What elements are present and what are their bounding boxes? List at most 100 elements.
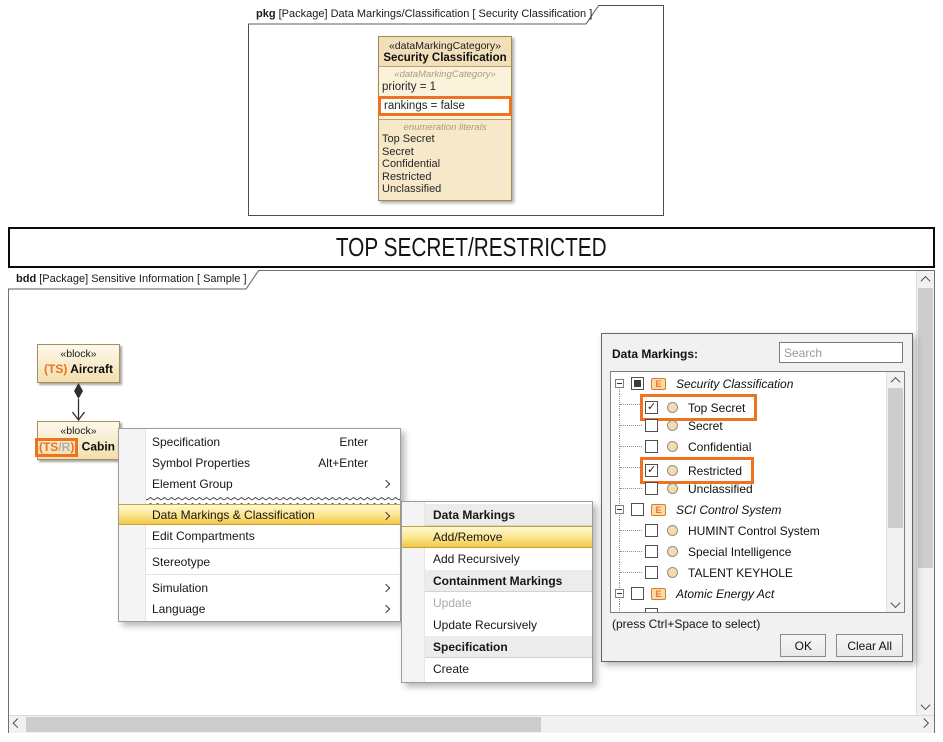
menu-item-specification[interactable]: Specification Enter	[119, 431, 400, 452]
tree-guide-stub	[620, 572, 642, 573]
data-markings-submenu: Data Markings Add/Remove Add Recursively Co…	[401, 501, 593, 683]
checkbox-special-intelligence[interactable]	[645, 545, 658, 558]
bdd-frame-title: [Package] Sensitive Information [ Sample…	[39, 273, 247, 285]
horizontal-scrollbar[interactable]	[9, 715, 934, 733]
cabin-marking-ts: (TS	[38, 440, 59, 454]
literal-icon	[667, 546, 678, 557]
checkbox-unclassified[interactable]	[645, 482, 658, 495]
literal-icon	[667, 420, 678, 431]
submenu-item-label: Update Recursively	[433, 618, 538, 632]
cabin-block[interactable]: «block» (TS/R) Cabin	[34, 421, 120, 460]
tree-expander-icon[interactable]	[615, 589, 624, 598]
tree-scrollbar-thumb[interactable]	[888, 388, 903, 528]
tree-item-talent-keyhole[interactable]: TALENT KEYHOLE	[611, 562, 887, 583]
checkbox-restricted[interactable]	[645, 463, 658, 477]
checkbox-atomic-energy-act[interactable]	[631, 587, 644, 600]
menu-separator	[119, 548, 400, 549]
submenu-item-label: Data Markings	[433, 507, 516, 522]
attribute-priority: priority = 1	[382, 81, 437, 93]
tree-item-label: Atomic Energy Act	[676, 586, 775, 601]
aircraft-name: Aircraft	[70, 362, 113, 376]
tree-category-security-classification[interactable]: E Security Classification	[611, 373, 887, 394]
tree-scrollbar[interactable]	[886, 372, 904, 612]
tree-scroll-up-icon[interactable]	[887, 372, 904, 388]
aircraft-block[interactable]: «block» (TS) Aircraft	[37, 344, 120, 383]
checkbox-sci-control-system[interactable]	[631, 503, 644, 516]
menu-item-simulation[interactable]: Simulation	[119, 577, 400, 598]
tree-expander-icon[interactable]	[615, 505, 624, 514]
menu-shortcut: Alt+Enter	[318, 455, 368, 470]
menu-item-edit-compartments[interactable]: Edit Compartments	[119, 525, 400, 546]
submenu-item-label: Create	[433, 662, 470, 676]
tree-item-top-secret[interactable]: Top Secret	[611, 394, 887, 421]
tree-item-unclassified[interactable]: Unclassified	[611, 478, 887, 499]
menu-item-label: Specification	[152, 434, 221, 449]
horizontal-scrollbar-thumb[interactable]	[26, 717, 541, 732]
tree-item-item[interactable]	[611, 604, 887, 612]
tree-category-sci-control-system[interactable]: E SCI Control System	[611, 499, 887, 520]
scroll-right-icon[interactable]	[917, 716, 934, 733]
checkbox-humint-control-system[interactable]	[645, 524, 658, 537]
pkg-frame-title: [Package] Data Markings/Classification […	[278, 8, 593, 20]
scroll-up-icon[interactable]	[917, 271, 934, 288]
ok-button[interactable]: OK	[780, 634, 827, 657]
checkbox-secret[interactable]	[645, 419, 658, 432]
composition-connector[interactable]	[37, 383, 120, 421]
tree-item-label: Security Classification	[676, 376, 794, 391]
vertical-scrollbar[interactable]	[916, 271, 934, 715]
tree-guide-stub	[620, 425, 642, 426]
data-markings-panel: Data Markings: E Security Classification T…	[601, 333, 913, 662]
scroll-left-icon[interactable]	[9, 716, 26, 733]
tree-row-content: Unclassified	[645, 478, 753, 499]
tree-scroll-down-icon[interactable]	[887, 596, 904, 612]
clear-all-button[interactable]: Clear All	[836, 634, 903, 657]
bdd-diagram-frame: bdd [Package] Sensitive Information [ Sa…	[8, 270, 935, 733]
cabin-stereotype: «block»	[60, 425, 97, 437]
tree-item-humint-control-system[interactable]: HUMINT Control System	[611, 520, 887, 541]
menu-item-label: Element Group	[152, 476, 233, 491]
literal-icon	[667, 567, 678, 578]
tree-item-label: Restricted	[688, 463, 743, 478]
menu-item-data-markings-classification[interactable]: Data Markings & Classification	[119, 504, 400, 525]
menu-item-language[interactable]: Language	[119, 598, 400, 619]
magicdraw-workspace: pkg [Package] Data Markings/Classificati…	[0, 0, 943, 742]
tree-item-restricted[interactable]: Restricted	[611, 457, 887, 484]
security-classification-class[interactable]: «dataMarkingCategory» Security Classific…	[378, 36, 512, 201]
tree-item-label: HUMINT Control System	[688, 523, 820, 538]
literal-icon	[667, 483, 678, 494]
data-markings-title: Data Markings:	[612, 347, 699, 361]
tree-guide-line	[619, 604, 620, 612]
checkbox-confidential[interactable]	[645, 440, 658, 453]
vertical-scrollbar-thumb[interactable]	[918, 288, 933, 568]
submenu-item-label: Add Recursively	[433, 552, 520, 566]
submenu-header-specification: Specification	[402, 636, 592, 658]
tree-category-atomic-energy-act[interactable]: E Atomic Energy Act	[611, 583, 887, 604]
tree-guide-stub	[620, 530, 642, 531]
tree-item-secret[interactable]: Secret	[611, 415, 887, 436]
menu-separator	[119, 574, 400, 575]
tree-item-confidential[interactable]: Confidential	[611, 436, 887, 457]
tree-item-special-intelligence[interactable]: Special Intelligence	[611, 541, 887, 562]
submenu-item-update[interactable]: Update	[402, 592, 592, 614]
banner-text: TOP SECRET/RESTRICTED	[336, 232, 607, 262]
tree-expander-icon[interactable]	[615, 379, 624, 388]
scroll-down-icon[interactable]	[917, 698, 934, 715]
menu-item-element-group[interactable]: Element Group	[119, 473, 400, 494]
cabin-name-line: (TS/R) Cabin	[34, 438, 119, 457]
submenu-item-add-remove[interactable]: Add/Remove	[402, 526, 592, 548]
enumeration-literal-confidential: Confidential	[382, 158, 441, 170]
checkbox-security-classification[interactable]	[631, 377, 644, 390]
menu-item-symbol-properties[interactable]: Symbol Properties Alt+Enter	[119, 452, 400, 473]
submenu-item-update-recursively[interactable]: Update Recursively	[402, 614, 592, 636]
checkbox-talent-keyhole[interactable]	[645, 566, 658, 579]
submenu-item-create[interactable]: Create	[402, 658, 592, 680]
checkbox-item[interactable]	[645, 608, 658, 612]
menu-item-stereotype[interactable]: Stereotype	[119, 551, 400, 572]
tree-guide-stub	[620, 488, 642, 489]
menu-icon-gutter	[119, 429, 146, 621]
checkbox-top-secret[interactable]	[645, 400, 658, 414]
submenu-item-add-recursively[interactable]: Add Recursively	[402, 548, 592, 570]
menu-shortcut: Enter	[339, 434, 368, 449]
literal-icon	[667, 525, 678, 536]
search-input[interactable]	[779, 342, 903, 363]
